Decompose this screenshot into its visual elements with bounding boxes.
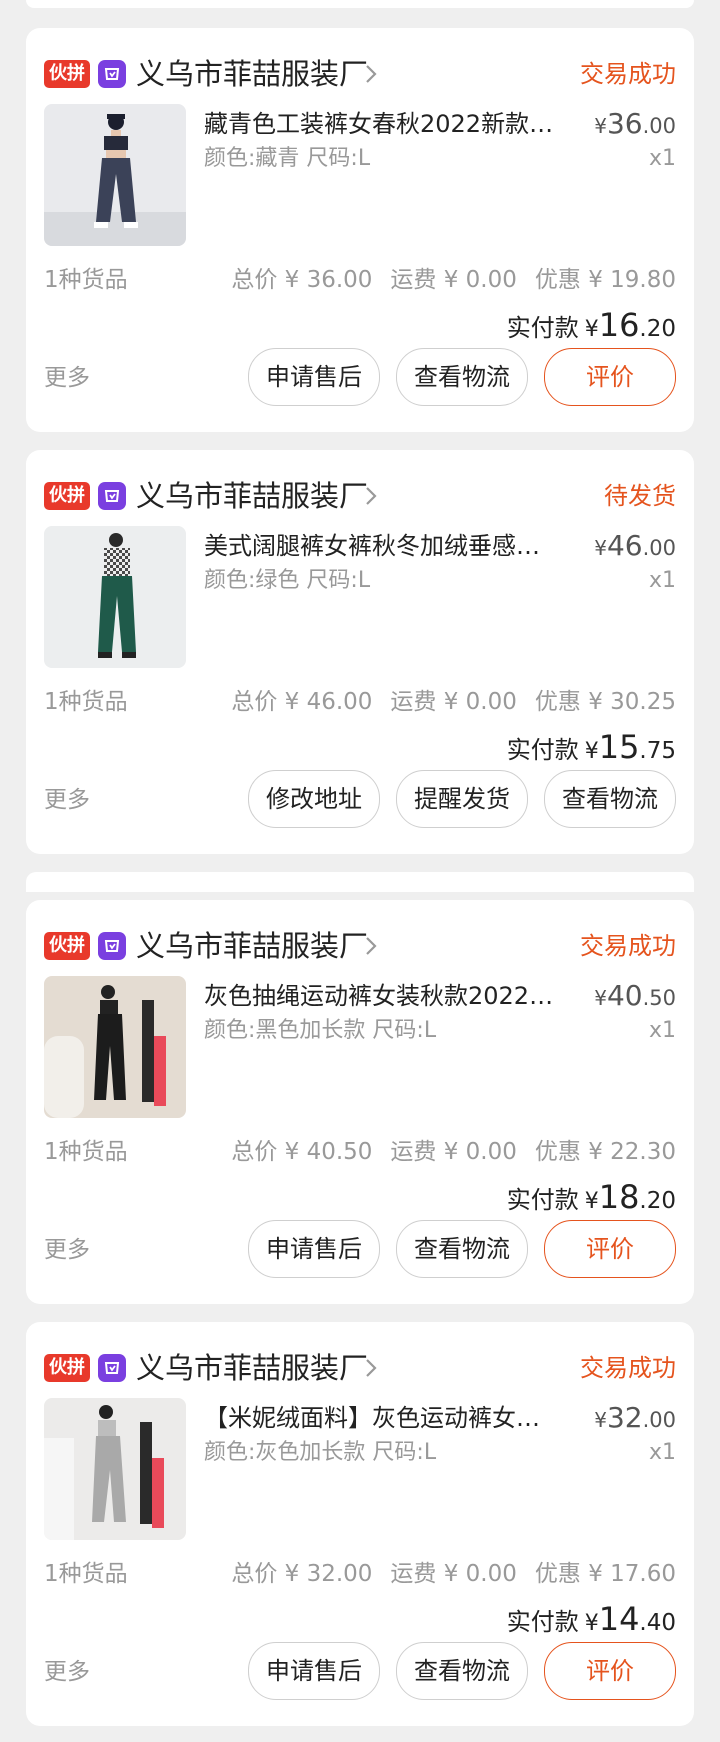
order-status: 交易成功	[580, 932, 676, 960]
product-title[interactable]: 藏青色工装裤女春秋2022新款…	[204, 104, 554, 144]
order-status: 交易成功	[580, 1354, 676, 1382]
order-status: 交易成功	[580, 60, 676, 88]
product-title[interactable]: 灰色抽绳运动裤女装秋款2022…	[204, 976, 554, 1016]
amount-paid: 实付款 ¥15.75	[506, 728, 676, 766]
goods-count: 1种货品	[44, 267, 128, 293]
action-buttons: 修改地址 提醒发货 查看物流	[248, 770, 676, 828]
change-address-button[interactable]: 修改地址	[248, 770, 380, 828]
order-header: 伙拼 义乌市菲喆服装厂 交易成功	[44, 54, 676, 94]
product-thumbnail[interactable]	[44, 526, 186, 668]
shop-name-link[interactable]: 义乌市菲喆服装厂	[136, 1348, 368, 1388]
order-card[interactable]: 伙拼 义乌市菲喆服装厂 待发货 美式阔腿裤女裤秋冬加绒垂感… 颜色:绿色 尺码:…	[26, 450, 694, 854]
shop-name-link[interactable]: 义乌市菲喆服装厂	[136, 54, 368, 94]
amount-paid: 实付款 ¥16.20	[506, 306, 676, 344]
order-header: 伙拼 义乌市菲喆服装厂 交易成功	[44, 1348, 676, 1388]
discount: 优惠 ¥ 22.30	[534, 1139, 676, 1165]
order-card[interactable]: 伙拼 义乌市菲喆服装厂 交易成功 藏青色工装裤女春秋2022新款… 颜色:藏青 …	[26, 28, 694, 432]
review-button[interactable]: 评价	[544, 1642, 676, 1700]
order-totals: 总价 ¥ 32.00 运费 ¥ 0.00 优惠 ¥ 17.60	[231, 1554, 676, 1594]
order-status: 待发货	[604, 482, 676, 510]
shop-logo-icon	[98, 482, 126, 510]
goods-count: 1种货品	[44, 1561, 128, 1587]
view-logistics-button[interactable]: 查看物流	[544, 770, 676, 828]
product-thumbnail[interactable]	[44, 1398, 186, 1540]
chevron-right-icon[interactable]	[364, 63, 378, 85]
after-sales-button[interactable]: 申请售后	[248, 1642, 380, 1700]
order-totals: 总价 ¥ 46.00 运费 ¥ 0.00 优惠 ¥ 30.25	[231, 682, 676, 722]
group-buy-badge: 伙拼	[44, 1354, 90, 1382]
shop-logo-icon	[98, 932, 126, 960]
quantity: x1	[648, 568, 676, 593]
action-buttons: 申请售后 查看物流 评价	[248, 1642, 676, 1700]
more-button[interactable]: 更多	[44, 358, 90, 398]
group-buy-badge: 伙拼	[44, 932, 90, 960]
shop-logo-icon	[98, 1354, 126, 1382]
action-buttons: 申请售后 查看物流 评价	[248, 348, 676, 406]
chevron-right-icon[interactable]	[364, 485, 378, 507]
product-title[interactable]: 美式阔腿裤女裤秋冬加绒垂感…	[204, 526, 554, 566]
review-button[interactable]: 评价	[544, 348, 676, 406]
more-button[interactable]: 更多	[44, 780, 90, 820]
quantity: x1	[648, 146, 676, 171]
total-price: 总价 ¥ 46.00	[231, 689, 373, 715]
order-card[interactable]: 伙拼 义乌市菲喆服装厂 交易成功 【米妮绒面料】灰色运动裤女… 颜色:灰色加长款…	[26, 1322, 694, 1726]
view-logistics-button[interactable]: 查看物流	[396, 1220, 528, 1278]
group-buy-badge: 伙拼	[44, 482, 90, 510]
more-button[interactable]: 更多	[44, 1652, 90, 1692]
shop-name-link[interactable]: 义乌市菲喆服装厂	[136, 476, 368, 516]
after-sales-button[interactable]: 申请售后	[248, 1220, 380, 1278]
discount: 优惠 ¥ 30.25	[534, 689, 676, 715]
remind-shipping-button[interactable]: 提醒发货	[396, 770, 528, 828]
product-thumbnail[interactable]	[44, 104, 186, 246]
order-header: 伙拼 义乌市菲喆服装厂 待发货	[44, 476, 676, 516]
quantity: x1	[648, 1440, 676, 1465]
shipping-fee: 运费 ¥ 0.00	[390, 1561, 517, 1587]
order-totals: 总价 ¥ 36.00 运费 ¥ 0.00 优惠 ¥ 19.80	[231, 260, 676, 300]
chevron-right-icon[interactable]	[364, 1357, 378, 1379]
shipping-fee: 运费 ¥ 0.00	[390, 689, 517, 715]
amount-paid: 实付款 ¥14.40	[506, 1600, 676, 1638]
chevron-right-icon[interactable]	[364, 935, 378, 957]
product-spec: 颜色:藏青 尺码:L	[204, 146, 371, 171]
product-title[interactable]: 【米妮绒面料】灰色运动裤女…	[204, 1398, 554, 1438]
shop-logo-icon	[98, 60, 126, 88]
order-card[interactable]: 伙拼 义乌市菲喆服装厂 交易成功 灰色抽绳运动裤女装秋款2022… 颜色:黑色加…	[26, 900, 694, 1304]
goods-count: 1种货品	[44, 1139, 128, 1165]
total-price: 总价 ¥ 40.50	[231, 1139, 373, 1165]
order-header: 伙拼 义乌市菲喆服装厂 交易成功	[44, 926, 676, 966]
shipping-fee: 运费 ¥ 0.00	[390, 267, 517, 293]
view-logistics-button[interactable]: 查看物流	[396, 348, 528, 406]
product-spec: 颜色:黑色加长款 尺码:L	[204, 1018, 437, 1043]
product-spec: 颜色:绿色 尺码:L	[204, 568, 371, 593]
group-buy-badge: 伙拼	[44, 60, 90, 88]
quantity: x1	[648, 1018, 676, 1043]
discount: 优惠 ¥ 19.80	[534, 267, 676, 293]
amount-paid: 实付款 ¥18.20	[506, 1178, 676, 1216]
after-sales-button[interactable]: 申请售后	[248, 348, 380, 406]
discount: 优惠 ¥ 17.60	[534, 1561, 676, 1587]
collapsed-card-edge	[26, 872, 694, 892]
total-price: 总价 ¥ 36.00	[231, 267, 373, 293]
product-spec: 颜色:灰色加长款 尺码:L	[204, 1440, 437, 1465]
goods-count: 1种货品	[44, 689, 128, 715]
total-price: 总价 ¥ 32.00	[231, 1561, 373, 1587]
review-button[interactable]: 评价	[544, 1220, 676, 1278]
shop-name-link[interactable]: 义乌市菲喆服装厂	[136, 926, 368, 966]
order-totals: 总价 ¥ 40.50 运费 ¥ 0.00 优惠 ¥ 22.30	[231, 1132, 676, 1172]
shipping-fee: 运费 ¥ 0.00	[390, 1139, 517, 1165]
action-buttons: 申请售后 查看物流 评价	[248, 1220, 676, 1278]
more-button[interactable]: 更多	[44, 1230, 90, 1270]
product-thumbnail[interactable]	[44, 976, 186, 1118]
previous-card-bottom	[26, 0, 694, 8]
view-logistics-button[interactable]: 查看物流	[396, 1642, 528, 1700]
